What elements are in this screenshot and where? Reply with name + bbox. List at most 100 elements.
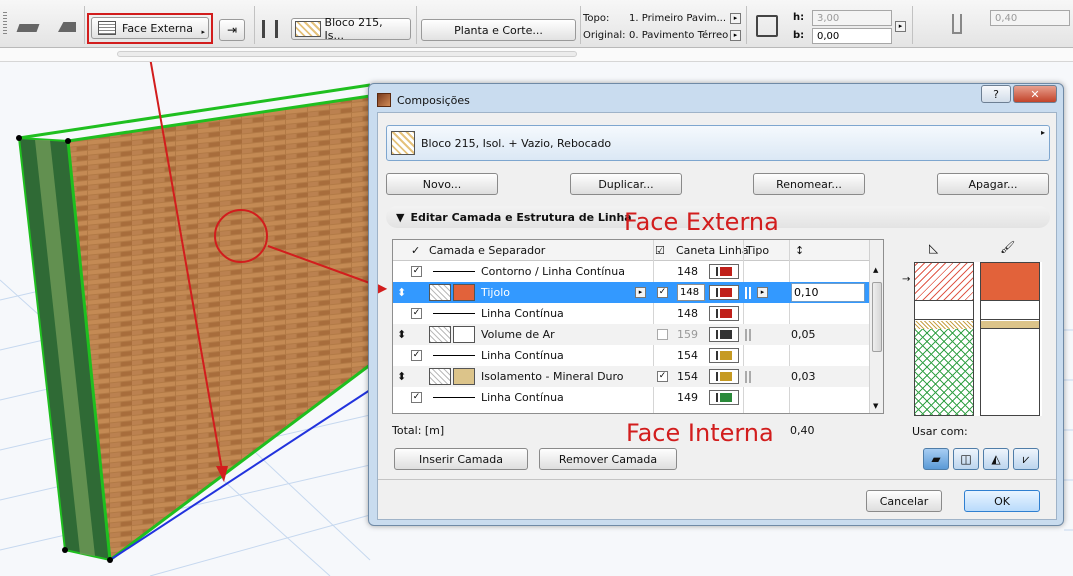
pen-color-box[interactable] bbox=[709, 345, 739, 366]
preview-insulation-fill bbox=[981, 321, 1039, 329]
composite-name-select[interactable]: Bloco 215, Isol. + Vazio, Rebocado ▸ bbox=[386, 125, 1050, 161]
use-with-roof-icon[interactable]: ◭ bbox=[983, 448, 1009, 470]
plan-section-label: Planta e Corte... bbox=[454, 23, 543, 37]
layer-swatches[interactable] bbox=[429, 366, 475, 387]
pen-color-box[interactable] bbox=[709, 261, 739, 282]
layer-fill-swatch[interactable] bbox=[453, 326, 475, 343]
ok-button[interactable]: OK bbox=[964, 490, 1040, 512]
row-checkbox[interactable]: ✓ bbox=[411, 261, 422, 282]
check-all-icon[interactable]: ☑ bbox=[655, 244, 665, 257]
table-row[interactable]: ✓ Linha Contínua 154 bbox=[393, 345, 869, 366]
pen-number[interactable]: 154 bbox=[677, 345, 698, 366]
pen-number[interactable]: 148 bbox=[677, 261, 698, 282]
table-row[interactable]: ✓ Linha Contínua 149 bbox=[393, 387, 869, 408]
pen-color-box[interactable] bbox=[709, 366, 739, 387]
pen-number[interactable]: 159 bbox=[677, 324, 698, 345]
layer-name: Linha Contínua bbox=[481, 349, 564, 362]
delete-button-label: Apagar... bbox=[968, 177, 1018, 191]
table-row[interactable]: ⬍ Volume de Ar 159 0,05 bbox=[393, 324, 869, 345]
layer-thickness[interactable]: 0,05 bbox=[791, 324, 816, 345]
flip-direction-button[interactable]: ⇥ bbox=[219, 19, 245, 41]
layer-fill-swatch[interactable] bbox=[453, 284, 475, 301]
layer-type-control[interactable]: ▸ bbox=[745, 282, 768, 303]
layer-checkbox[interactable]: ✓ bbox=[657, 282, 668, 303]
original-arrow-icon[interactable]: ▸ bbox=[730, 30, 741, 41]
new-button-label: Novo... bbox=[422, 177, 462, 191]
layer-hatch-swatch[interactable] bbox=[429, 326, 451, 343]
topo-label: Topo: bbox=[583, 13, 610, 24]
insert-layer-button[interactable]: Inserir Camada bbox=[394, 448, 528, 470]
layer-type-control[interactable] bbox=[745, 366, 751, 387]
row-drag-handle-icon[interactable]: ⬍ bbox=[397, 324, 406, 345]
pen-number[interactable]: 154 bbox=[677, 366, 698, 387]
pen-color-box[interactable] bbox=[709, 303, 739, 324]
original-label: Original: bbox=[583, 30, 626, 41]
pen-number[interactable]: 148 bbox=[677, 303, 698, 324]
pen-number[interactable]: 148 bbox=[677, 282, 705, 303]
pen-color-box[interactable] bbox=[709, 387, 739, 408]
table-row[interactable]: ✓ Contorno / Linha Contínua 148 bbox=[393, 261, 869, 282]
table-row[interactable]: ⬍ Tijolo ▸ ✓ 148 ▸ 0,10 bbox=[393, 282, 869, 303]
row-checkbox[interactable]: ✓ bbox=[411, 303, 422, 324]
layer-swatches[interactable] bbox=[429, 324, 475, 345]
pen-number[interactable]: 149 bbox=[677, 387, 698, 408]
preview-hatch-icon[interactable]: ◺ bbox=[929, 241, 938, 255]
composites-dialog: Composições ? ✕ Bloco 215, Isol. + Vazio… bbox=[368, 83, 1064, 526]
scroll-up-icon[interactable]: ▲ bbox=[873, 266, 878, 274]
column-layer: Camada e Separador bbox=[429, 244, 546, 257]
table-row[interactable]: ⬍ Isolamento - Mineral Duro ✓ 154 0,03 bbox=[393, 366, 869, 387]
height-field[interactable] bbox=[812, 10, 892, 26]
layer-name: Volume de Ar bbox=[481, 328, 555, 341]
layer-checkbox[interactable] bbox=[657, 324, 668, 345]
layer-swatches[interactable] bbox=[429, 282, 475, 303]
layer-hatch-swatch[interactable] bbox=[429, 284, 451, 301]
preview-brush-icon[interactable]: 🖌 bbox=[1000, 240, 1015, 254]
cancel-button[interactable]: Cancelar bbox=[866, 490, 942, 512]
toolbar-separator bbox=[254, 6, 255, 44]
dialog-titlebar: Composições bbox=[377, 90, 470, 110]
duplicate-button[interactable]: Duplicar... bbox=[570, 173, 682, 195]
topo-value: 1. Primeiro Pavim... bbox=[629, 13, 727, 24]
thickness-field[interactable] bbox=[990, 10, 1070, 26]
wall-geometry-straight-icon[interactable] bbox=[16, 24, 40, 32]
delete-button[interactable]: Apagar... bbox=[937, 173, 1049, 195]
ok-label: OK bbox=[994, 494, 1010, 508]
plan-section-button[interactable]: Planta e Corte... bbox=[421, 19, 576, 41]
table-scrollbar[interactable]: ▲ ▼ bbox=[869, 240, 883, 413]
dialog-body: Bloco 215, Isol. + Vazio, Rebocado ▸ Nov… bbox=[377, 112, 1057, 520]
layer-fill-swatch[interactable] bbox=[453, 368, 475, 385]
base-offset-field[interactable] bbox=[812, 28, 892, 44]
column-pen: Caneta Linha bbox=[676, 244, 749, 257]
rename-button[interactable]: Renomear... bbox=[753, 173, 865, 195]
layer-type-control[interactable] bbox=[745, 324, 751, 345]
topo-arrow-icon[interactable]: ▸ bbox=[730, 13, 741, 24]
composite-select[interactable]: Bloco 215, Is... bbox=[291, 16, 411, 42]
new-button[interactable]: Novo... bbox=[386, 173, 498, 195]
layer-thickness[interactable]: 0,10 bbox=[791, 283, 865, 302]
close-button[interactable]: ✕ bbox=[1013, 85, 1057, 103]
b-arrow-icon[interactable]: ▸ bbox=[895, 21, 906, 32]
top-toolbar: Face Externa ▸ ⇥ Bloco 215, Is... Planta… bbox=[0, 0, 1073, 48]
wall-geometry-slanted-icon[interactable] bbox=[58, 22, 76, 32]
layer-hatch-swatch[interactable] bbox=[429, 368, 451, 385]
preview-right-column bbox=[980, 262, 1040, 416]
row-drag-handle-icon[interactable]: ⬍ bbox=[397, 282, 406, 303]
preview-air-fill bbox=[981, 302, 1039, 320]
row-checkbox[interactable]: ✓ bbox=[411, 345, 422, 366]
preview-toolbar: ◺ 🖌 bbox=[914, 239, 1042, 259]
layer-thickness[interactable]: 0,03 bbox=[791, 366, 816, 387]
row-checkbox[interactable]: ✓ bbox=[411, 387, 422, 408]
scroll-thumb[interactable] bbox=[872, 282, 882, 352]
use-with-slab-icon[interactable]: ◫ bbox=[953, 448, 979, 470]
layer-checkbox[interactable]: ✓ bbox=[657, 366, 668, 387]
remove-layer-button[interactable]: Remover Camada bbox=[539, 448, 677, 470]
scroll-down-icon[interactable]: ▼ bbox=[873, 402, 878, 410]
use-with-shell-icon[interactable]: ⩗ bbox=[1013, 448, 1039, 470]
table-row[interactable]: ✓ Linha Contínua 148 bbox=[393, 303, 869, 324]
help-button[interactable]: ? bbox=[981, 85, 1011, 103]
row-drag-handle-icon[interactable]: ⬍ bbox=[397, 366, 406, 387]
row-menu-arrow-icon[interactable]: ▸ bbox=[635, 282, 646, 303]
pen-color-box[interactable] bbox=[709, 282, 739, 303]
pen-color-box[interactable] bbox=[709, 324, 739, 345]
use-with-wall-icon[interactable]: ▰ bbox=[923, 448, 949, 470]
